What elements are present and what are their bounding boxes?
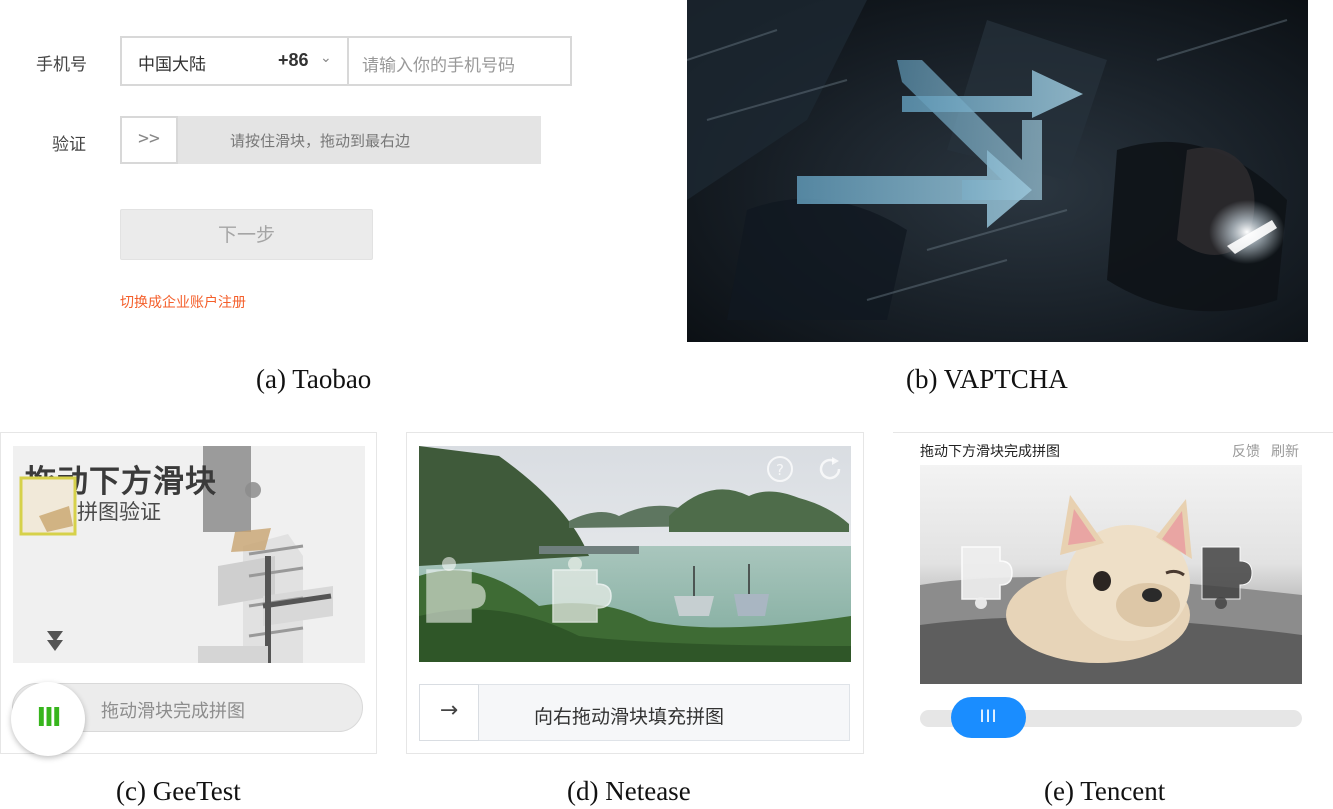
chevron-down-icon: ⌄	[320, 50, 332, 66]
geetest-image-subtitle: 拼图验证	[77, 500, 161, 524]
caption-vaptcha: (b) VAPTCHA	[906, 364, 1068, 394]
question-icon[interactable]: ?	[765, 454, 795, 484]
caption-tencent: (e) Tencent	[1044, 776, 1166, 806]
phone-input-group: 中国大陆 +86 ⌄ 请输入你的手机号码	[120, 36, 572, 86]
netease-image: ?	[419, 446, 851, 662]
netease-slider-hint: 向右拖动滑块填充拼图	[534, 706, 725, 728]
vaptcha-background	[687, 0, 1308, 342]
region-select[interactable]: 中国大陆 +86 ⌄	[122, 38, 349, 84]
phone-input[interactable]: 请输入你的手机号码	[362, 51, 515, 76]
slider-captcha-track: >> 请按住滑块，拖动到最右边	[120, 116, 541, 164]
country-code: +86	[278, 50, 309, 70]
refresh-icon[interactable]	[815, 454, 845, 484]
svg-text:?: ?	[776, 461, 784, 479]
slider-knob[interactable]: >>	[120, 116, 178, 164]
slider-hint: 请按住滑块，拖动到最右边	[230, 132, 411, 150]
tencent-top-border	[893, 432, 1333, 433]
netease-slider-knob[interactable]: →	[419, 684, 479, 741]
tencent-background	[920, 465, 1302, 684]
caption-geetest: (c) GeeTest	[116, 776, 241, 806]
tencent-slider-knob[interactable]: III	[951, 697, 1026, 738]
vaptcha-image[interactable]	[687, 0, 1308, 342]
tencent-title: 拖动下方滑块完成拼图	[920, 444, 1060, 460]
geetest-slider-knob[interactable]: III	[11, 682, 85, 756]
netease-slider-track: → 向右拖动滑块填充拼图	[419, 684, 850, 741]
switch-enterprise-link[interactable]: 切换成企业账户注册	[120, 292, 246, 312]
geetest-slider-hint: 拖动滑块完成拼图	[101, 701, 245, 722]
caption-netease: (d) Netease	[567, 776, 691, 806]
tencent-image	[920, 465, 1302, 684]
geetest-puzzle-piece[interactable]	[19, 476, 79, 538]
geetest-image: 拖动下方滑块 拼图验证	[13, 446, 365, 663]
caption-taobao: (a) Taobao	[256, 364, 372, 394]
verify-label: 验证	[52, 135, 86, 155]
tencent-refresh-link[interactable]: 刷新	[1271, 441, 1299, 461]
phone-label: 手机号	[36, 55, 87, 75]
tencent-feedback-link[interactable]: 反馈	[1232, 441, 1260, 461]
region-name: 中国大陆	[138, 55, 206, 75]
next-button[interactable]: 下一步	[120, 209, 373, 260]
